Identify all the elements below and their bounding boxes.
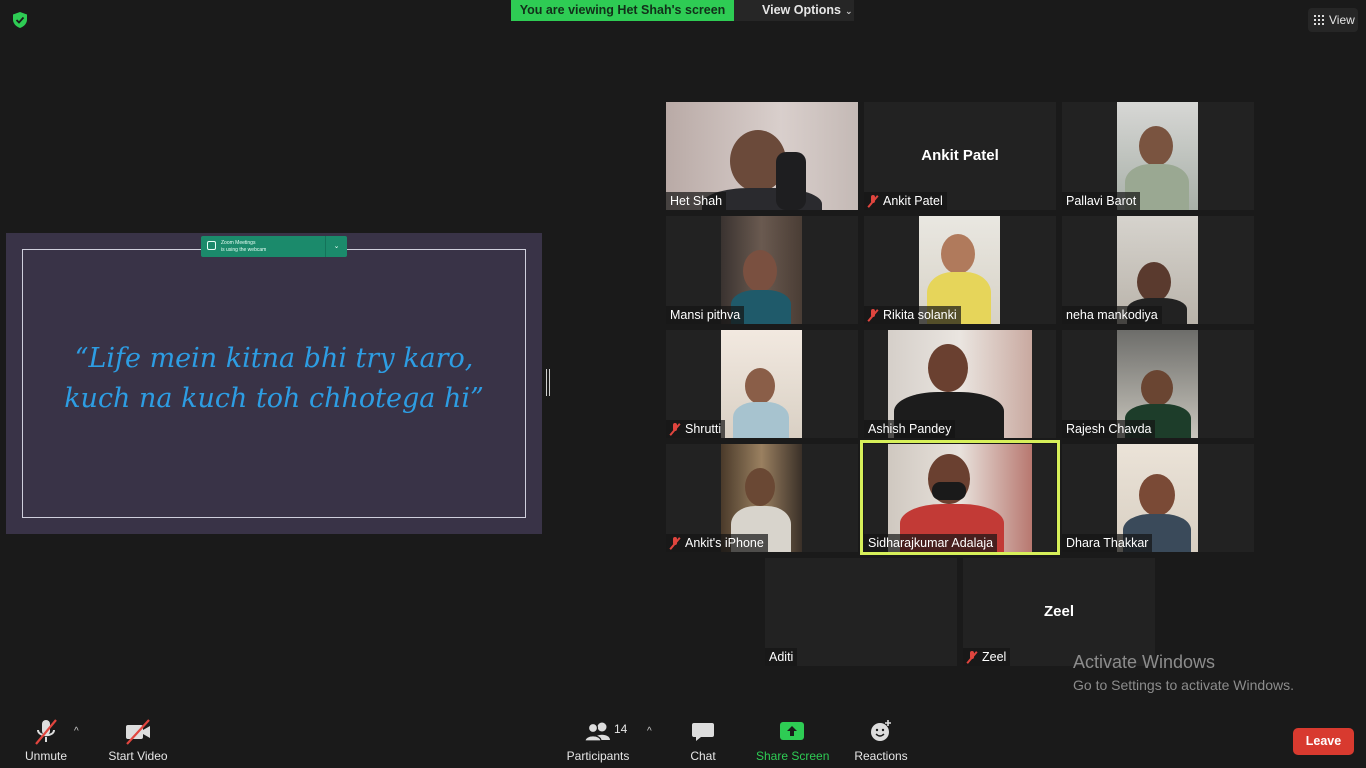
mic-muted-icon [868, 309, 878, 321]
participants-button[interactable]: Participants [566, 712, 630, 763]
participant-tile[interactable]: Dhara Thakkar [1062, 444, 1254, 552]
participant-name-label: Het Shah [666, 192, 727, 210]
notification-text: is using the webcam [221, 247, 267, 253]
watermark-title: Activate Windows [1073, 652, 1216, 672]
share-screen-label: Share Screen [756, 749, 830, 763]
notification-title: Zoom Meetings [221, 240, 256, 246]
mic-muted-icon [868, 195, 878, 207]
grid-icon [1314, 15, 1324, 25]
participant-tile[interactable]: Mansi pithva [666, 216, 858, 324]
viewing-screen-banner: You are viewing Het Shah's screen [511, 0, 734, 21]
participant-tile[interactable]: Rikita solanki [864, 216, 1056, 324]
participant-name-label: Zeel [963, 648, 1011, 666]
unmute-label: Unmute [24, 749, 68, 763]
participant-name-label: Pallavi Barot [1062, 192, 1141, 210]
split-view-divider[interactable] [546, 369, 550, 396]
participant-tile[interactable]: Ashish Pandey [864, 330, 1056, 438]
participant-tile[interactable]: Aditi [765, 558, 957, 666]
quote-line-2: kuch na kuch toh chhotega hi” [64, 383, 484, 414]
chat-icon [692, 723, 714, 741]
reactions-label: Reactions [854, 749, 908, 763]
mic-muted-icon [670, 537, 680, 549]
participants-options-caret-icon[interactable]: ^ [647, 726, 652, 737]
chevron-down-icon[interactable]: ⌄ [325, 236, 347, 257]
participant-name-label: neha mankodiya [1062, 306, 1162, 324]
mic-muted-icon [35, 719, 57, 745]
activate-windows-watermark: Activate Windows Go to Settings to activ… [1073, 652, 1294, 693]
start-video-label: Start Video [108, 749, 168, 763]
participant-tile[interactable]: Rajesh Chavda [1062, 330, 1254, 438]
participant-video [721, 330, 802, 438]
participant-tile[interactable]: Ankit Patel Ankit Patel [864, 102, 1056, 210]
participant-name-label: Mansi pithva [666, 306, 745, 324]
leave-button[interactable]: Leave [1293, 728, 1354, 755]
meeting-toolbar: Unmute ^ Start Video Participants 14 ^ C… [0, 712, 1366, 768]
zoom-meeting-window: You are viewing Het Shah's screen View O… [0, 0, 1366, 768]
participant-name-label: Rajesh Chavda [1062, 420, 1156, 438]
slide-quote: “Life mein kitna bhi try karo, kuch na k… [22, 339, 526, 419]
participant-tile[interactable]: Shrutti [666, 330, 858, 438]
participants-icon [584, 722, 610, 742]
mic-muted-icon [670, 423, 680, 435]
participant-tile[interactable]: neha mankodiya [1062, 216, 1254, 324]
security-shield-icon[interactable] [11, 11, 29, 29]
chevron-down-icon: ⌄ [844, 6, 853, 16]
share-screen-button[interactable]: Share Screen [756, 712, 830, 763]
participant-name-label: Dhara Thakkar [1062, 534, 1153, 552]
share-screen-icon [780, 722, 804, 740]
view-button[interactable]: View [1308, 8, 1358, 32]
participant-name-label: Ashish Pandey [864, 420, 956, 438]
chat-label: Chat [690, 749, 716, 763]
participant-tile[interactable]: Ankit's iPhone [666, 444, 858, 552]
participant-name-label: Ankit Patel [864, 192, 947, 210]
shared-screen: Zoom Meetings is using the webcam ⌄ “Lif… [6, 233, 542, 534]
view-button-label: View [1329, 13, 1355, 27]
participant-display-name: Zeel [1043, 603, 1074, 620]
participant-tile[interactable]: Het Shah [666, 102, 858, 210]
participant-tile[interactable]: Pallavi Barot [1062, 102, 1254, 210]
active-speaker-highlight [860, 440, 1060, 555]
webcam-icon [207, 241, 216, 250]
reactions-icon [871, 720, 891, 741]
watermark-text: Go to Settings to activate Windows. [1073, 677, 1294, 693]
participants-count: 14 [614, 722, 628, 736]
participant-name-label: Aditi [765, 648, 798, 666]
participant-name-label: Rikita solanki [864, 306, 961, 324]
webcam-notification[interactable]: Zoom Meetings is using the webcam ⌄ [201, 236, 347, 257]
video-off-icon [126, 719, 150, 745]
start-video-button[interactable]: Start Video [106, 712, 170, 763]
participant-display-name: Ankit Patel [921, 147, 999, 164]
participant-name-label: Shrutti [666, 420, 726, 438]
view-options-label: View Options [762, 3, 841, 17]
audio-options-caret-icon[interactable]: ^ [74, 726, 79, 737]
mic-muted-icon [967, 651, 977, 663]
quote-line-1: “Life mein kitna bhi try karo, [74, 343, 474, 374]
participant-tile[interactable]: Zeel Zeel [963, 558, 1155, 666]
unmute-button[interactable]: Unmute [20, 712, 72, 763]
reactions-button[interactable]: Reactions [852, 712, 910, 763]
view-options-button[interactable]: View Options ⌄ [734, 0, 854, 21]
participant-name-label: Ankit's iPhone [666, 534, 768, 552]
chat-button[interactable]: Chat [686, 712, 720, 763]
participants-label: Participants [566, 749, 630, 763]
